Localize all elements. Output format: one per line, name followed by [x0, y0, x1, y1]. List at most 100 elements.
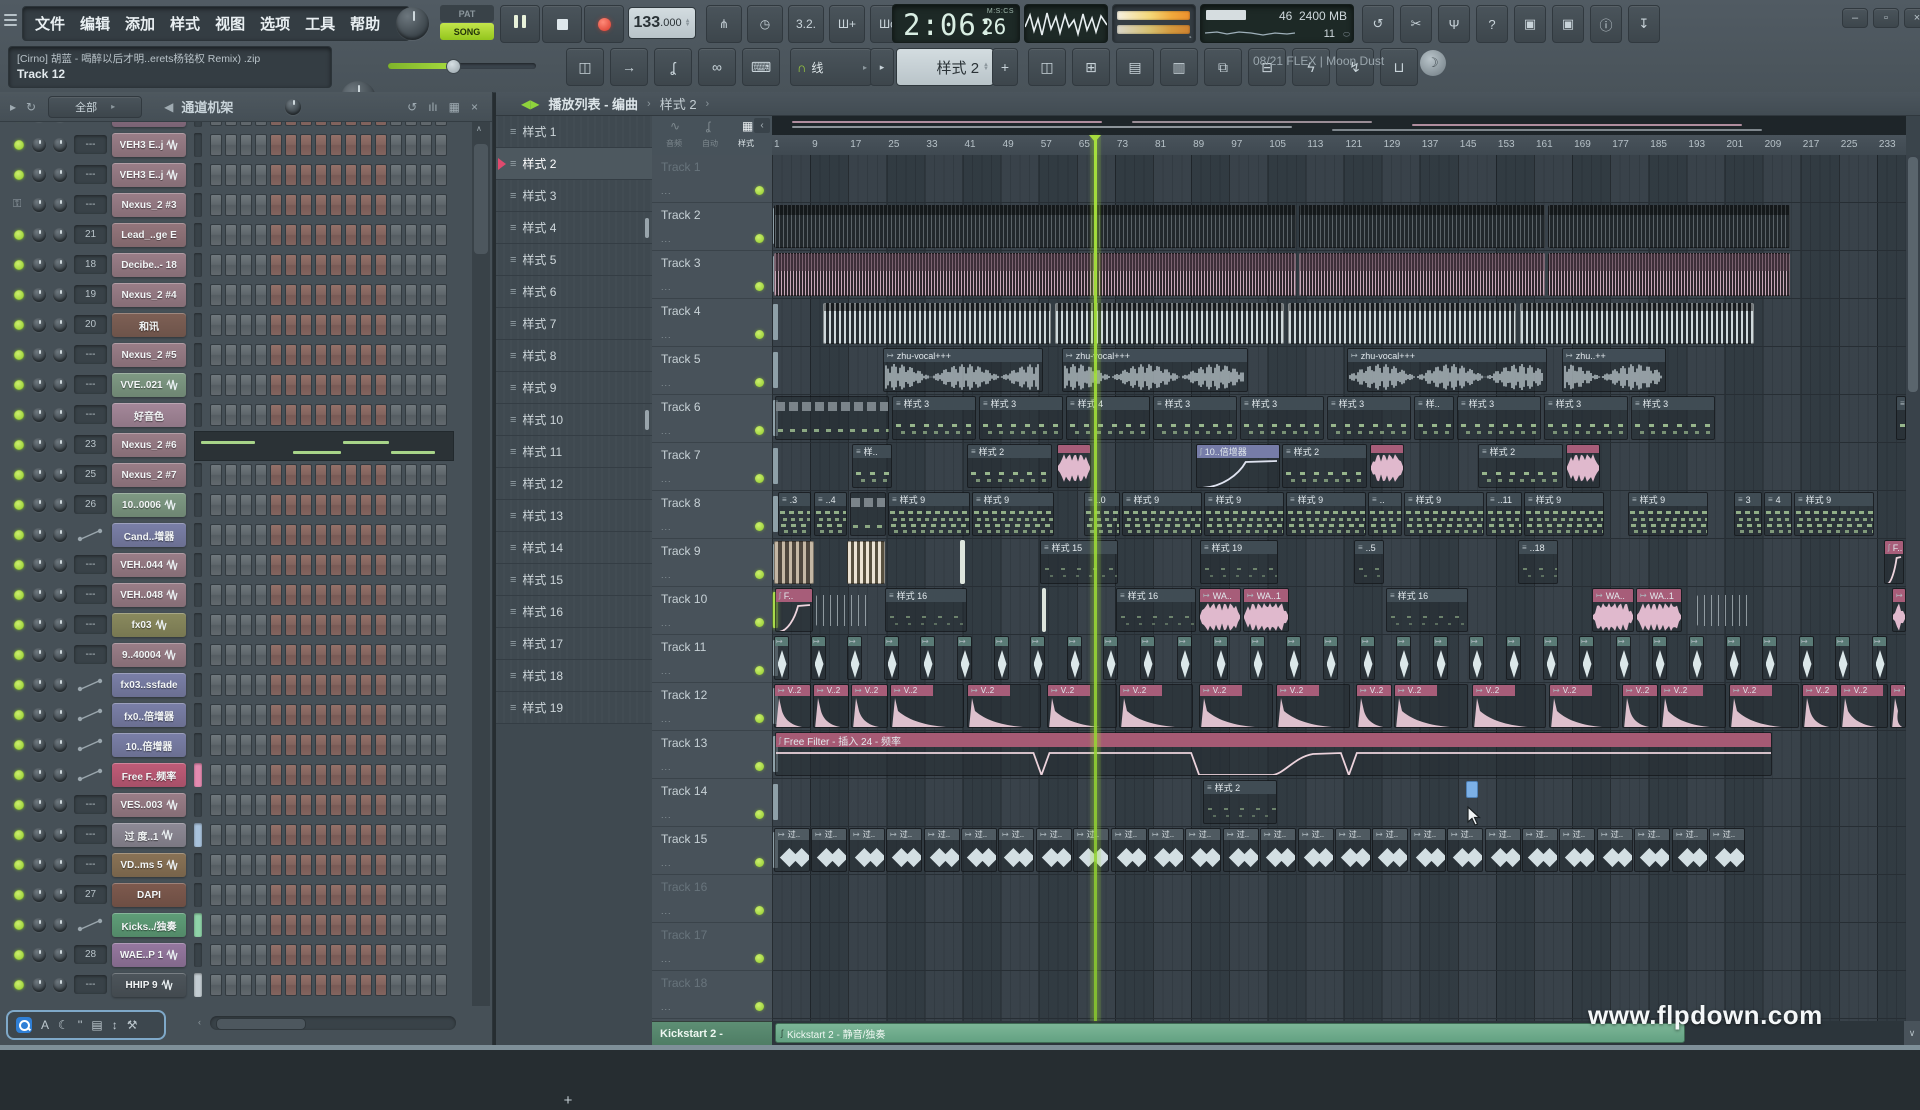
audio-clip[interactable]: ↦V..2: [1622, 684, 1658, 728]
step-cell[interactable]: [240, 374, 252, 396]
audio-clip[interactable]: ↦: [1872, 636, 1887, 680]
step-cell[interactable]: [360, 644, 372, 666]
step-cell[interactable]: [420, 644, 432, 666]
pattern-clip[interactable]: ≡样式 3: [892, 396, 976, 440]
audio-clip[interactable]: ↦: [847, 636, 862, 680]
step-cell[interactable]: [255, 194, 267, 216]
step-cell[interactable]: [435, 704, 447, 726]
step-cell[interactable]: [360, 824, 372, 846]
pattern-clip[interactable]: ≡样式 3: [1153, 396, 1237, 440]
channel-volume-knob[interactable]: [53, 858, 67, 872]
step-cell[interactable]: [390, 674, 402, 696]
channel-name-button[interactable]: VEH3 E..j: [112, 163, 186, 187]
step-cell[interactable]: [300, 194, 312, 216]
step-cell[interactable]: [270, 974, 282, 996]
channel-route-number[interactable]: ---: [74, 405, 107, 424]
audio-clip[interactable]: [774, 541, 814, 584]
step-cell[interactable]: [330, 374, 342, 396]
step-cell[interactable]: [240, 734, 252, 756]
kickstart-automation-clip[interactable]: ʃ Kickstart 2 - 静音/独奏: [775, 1023, 1685, 1043]
audio-clip[interactable]: ↦WA..1: [1243, 588, 1289, 632]
step-cell[interactable]: [300, 584, 312, 606]
step-cell[interactable]: [225, 374, 237, 396]
info-button[interactable]: ⓘ: [1590, 5, 1622, 43]
audio-clip[interactable]: ↦: [994, 636, 1009, 680]
step-cell[interactable]: [210, 374, 222, 396]
step-cell[interactable]: [435, 674, 447, 696]
channel-selector-indicator[interactable]: [194, 313, 202, 337]
track-mute-led[interactable]: [755, 378, 764, 387]
step-cell[interactable]: [315, 644, 327, 666]
step-cell[interactable]: [285, 164, 297, 186]
step-cell[interactable]: [315, 734, 327, 756]
step-cell[interactable]: [435, 614, 447, 636]
channel-pan-knob[interactable]: [32, 648, 46, 662]
track-options[interactable]: ...: [661, 426, 672, 436]
channel-volume-knob[interactable]: [53, 918, 67, 932]
channel-mute-led[interactable]: [14, 230, 24, 240]
step-cell[interactable]: [345, 794, 357, 816]
audio-clip[interactable]: ↦V..2: [774, 684, 811, 728]
step-cell[interactable]: [390, 284, 402, 306]
audio-clip[interactable]: [1566, 444, 1600, 488]
rack-vertical-scrollbar[interactable]: ∧: [472, 122, 490, 1006]
track-header-12[interactable]: Track 12...: [652, 683, 772, 731]
step-cell[interactable]: [315, 224, 327, 246]
step-cell[interactable]: [210, 854, 222, 876]
track-trigger-tab[interactable]: [773, 448, 778, 484]
step-cell[interactable]: [420, 974, 432, 996]
step-cell[interactable]: [330, 884, 342, 906]
step-cell[interactable]: [390, 764, 402, 786]
pattern-clip[interactable]: ≡样式 9: [888, 492, 970, 536]
step-cell[interactable]: [225, 794, 237, 816]
track-options[interactable]: ...: [661, 186, 672, 196]
channel-mute-led[interactable]: [14, 470, 24, 480]
menu-item-视图[interactable]: 视图: [215, 13, 245, 34]
step-cell[interactable]: [390, 824, 402, 846]
track-mute-led[interactable]: [755, 522, 764, 531]
track-lane-7[interactable]: ≡样..≡样式 2ʃ10..倍增器≡样式 2≡样式 2: [772, 443, 1906, 491]
channel-selector-indicator[interactable]: [194, 122, 202, 127]
step-cell[interactable]: [420, 914, 432, 936]
audio-clip[interactable]: ↦过..◆◆: [849, 828, 885, 872]
step-cell[interactable]: [390, 344, 402, 366]
step-cell[interactable]: [420, 704, 432, 726]
step-cell[interactable]: [285, 284, 297, 306]
channel-route-number[interactable]: ---: [74, 555, 107, 574]
step-cell[interactable]: [345, 254, 357, 276]
channel-route-number[interactable]: ---: [74, 855, 107, 874]
step-cell[interactable]: [225, 854, 237, 876]
step-cell[interactable]: [360, 194, 372, 216]
channel-name-button[interactable]: Nexus_2 #3: [112, 193, 186, 217]
step-cell[interactable]: [225, 284, 237, 306]
step-cell[interactable]: [225, 134, 237, 156]
step-cell[interactable]: [315, 764, 327, 786]
step-cell[interactable]: [420, 884, 432, 906]
step-cell[interactable]: [240, 854, 252, 876]
step-cell[interactable]: [210, 974, 222, 996]
track-lane-5[interactable]: ↦zhu-vocal+++↦zhu-vocal+++↦zhu-vocal+++↦…: [772, 347, 1906, 395]
step-cell[interactable]: [405, 374, 417, 396]
step-cell[interactable]: [270, 524, 282, 546]
track-options[interactable]: ...: [661, 234, 672, 244]
step-cell[interactable]: [435, 854, 447, 876]
channel-volume-knob[interactable]: [53, 378, 67, 392]
channel-pan-knob[interactable]: [32, 228, 46, 242]
metronome-button[interactable]: ⋔: [706, 5, 742, 43]
step-cell[interactable]: [285, 584, 297, 606]
channel-name-button[interactable]: VVE..021: [112, 373, 186, 397]
channel-name-button[interactable]: 和讯: [112, 313, 186, 337]
step-cell[interactable]: [345, 404, 357, 426]
step-cell[interactable]: [330, 194, 342, 216]
zoom-icon[interactable]: [16, 1017, 32, 1033]
step-cell[interactable]: [270, 944, 282, 966]
channel-name-button[interactable]: Decibe..- 18: [112, 253, 186, 277]
main-volume-knob[interactable]: [396, 7, 429, 40]
channel-volume-knob[interactable]: [53, 678, 67, 692]
step-cell[interactable]: [285, 554, 297, 576]
track-options[interactable]: ...: [661, 858, 672, 868]
step-cell[interactable]: [420, 134, 432, 156]
main-menu-icon[interactable]: [4, 11, 17, 29]
track-lane-17[interactable]: [772, 923, 1906, 971]
pattern-clip[interactable]: ≡样式 3: [1457, 396, 1541, 440]
